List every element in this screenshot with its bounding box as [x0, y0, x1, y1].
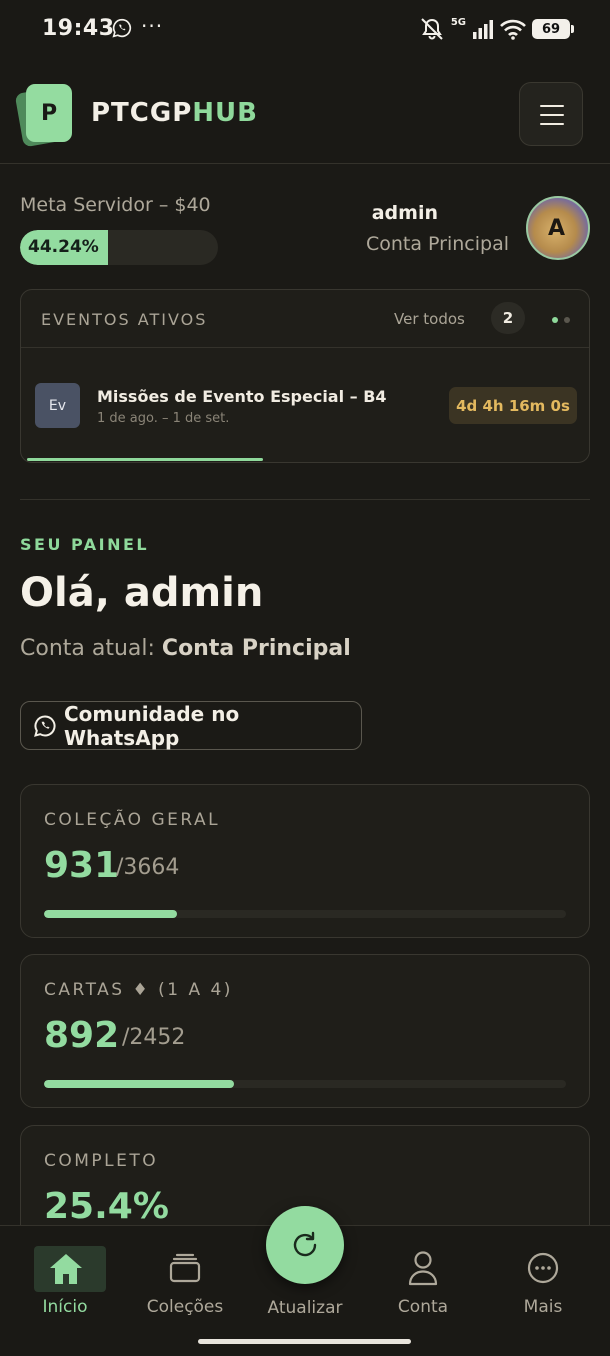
menu-icon — [540, 105, 564, 107]
carousel-dot-active[interactable] — [552, 317, 558, 323]
carousel-dot[interactable] — [564, 317, 570, 323]
current-account-name: Conta Principal — [161, 636, 351, 661]
event-countdown: 4d 4h 16m 0s — [449, 387, 577, 424]
current-account-prefix: Conta atual: — [20, 636, 155, 661]
nav-label: Conta — [397, 1297, 449, 1317]
stat-progress-fill — [44, 1080, 234, 1088]
whatsapp-community-button[interactable]: Comunidade no WhatsApp — [20, 701, 362, 750]
refresh-icon — [293, 1231, 317, 1257]
event-carousel-progress — [27, 458, 263, 461]
stat-total: /2452 — [122, 1025, 186, 1050]
stat-value: 25.4% — [44, 1186, 169, 1227]
current-account-line: Conta atual: Conta Principal — [20, 636, 351, 661]
events-count-badge: 2 — [491, 302, 525, 334]
home-icon — [50, 1254, 82, 1284]
status-more-icon: ··· — [141, 14, 164, 38]
active-events-card: EVENTOS ATIVOS Ver todos 2 Ev Missões de… — [20, 289, 590, 463]
home-indicator[interactable] — [198, 1339, 411, 1344]
server-goal-label: Meta Servidor – $40 — [20, 194, 211, 216]
stat-progress-track — [44, 1080, 566, 1088]
avatar[interactable]: A — [526, 196, 590, 260]
more-icon — [527, 1252, 559, 1284]
user-account: Conta Principal — [365, 233, 509, 255]
menu-button[interactable] — [519, 82, 583, 146]
stat-title: COLEÇÃO GERAL — [44, 810, 221, 830]
status-bar: 19:43 ··· 5G 69 — [0, 0, 610, 60]
status-icons: 5G 69 — [419, 16, 574, 42]
signal-icon — [473, 20, 493, 39]
nav-item-collections[interactable]: Coleções — [124, 1226, 246, 1326]
brand-part-1: PTCGP — [91, 98, 193, 128]
see-all-link[interactable]: Ver todos — [394, 310, 465, 328]
avatar-letter: A — [548, 216, 566, 241]
event-name[interactable]: Missões de Evento Especial – B4 — [97, 387, 387, 406]
status-time: 19:43 — [42, 16, 115, 41]
user-icon — [408, 1251, 438, 1286]
wifi-icon — [500, 19, 526, 40]
whatsapp-button-label: Comunidade no WhatsApp — [63, 701, 240, 750]
page-title: Olá, admin — [20, 570, 264, 616]
brand-part-2: HUB — [192, 98, 258, 128]
user-name: admin — [371, 202, 438, 224]
event-icon: Ev — [35, 383, 80, 428]
stat-card-cards: CARTAS ♦ (1 A 4) 892 /2452 — [20, 954, 590, 1108]
stat-card-collection: COLEÇÃO GERAL 931 /3664 — [20, 784, 590, 938]
brand-name[interactable]: PTCGPHUB — [91, 98, 258, 128]
event-dates: 1 de ago. – 1 de set. — [97, 411, 230, 426]
stat-progress-track — [44, 910, 566, 918]
menu-icon-bar — [540, 123, 564, 125]
app-logo[interactable]: P — [26, 84, 72, 142]
server-goal-percent: 44.24% — [28, 237, 99, 257]
battery-indicator: 69 — [532, 19, 574, 39]
nav-label: Mais — [523, 1297, 563, 1317]
panel-eyebrow: SEU PAINEL — [20, 535, 150, 554]
nav-item-more[interactable]: Mais — [482, 1226, 604, 1326]
stat-progress-fill — [44, 910, 177, 918]
network-type: 5G — [450, 16, 466, 28]
nav-item-account[interactable]: Conta — [362, 1226, 484, 1326]
nav-label: Início — [42, 1297, 88, 1317]
stat-value: 892 — [44, 1015, 120, 1056]
stat-title: CARTAS ♦ (1 A 4) — [44, 980, 233, 1000]
refresh-label[interactable]: Atualizar — [244, 1298, 366, 1318]
whatsapp-icon — [34, 715, 56, 737]
stat-title: COMPLETO — [44, 1151, 159, 1171]
menu-icon-bar — [540, 114, 564, 116]
section-divider — [20, 499, 590, 500]
app-header: P PTCGPHUB — [0, 60, 610, 164]
nav-label: Coleções — [146, 1297, 224, 1317]
stat-total: /3664 — [116, 855, 180, 880]
whatsapp-notification-icon — [112, 18, 132, 38]
events-title: EVENTOS ATIVOS — [41, 310, 208, 329]
server-goal-progress: 44.24% — [20, 230, 218, 265]
nav-item-home[interactable]: Início — [4, 1226, 126, 1326]
refresh-button[interactable] — [266, 1206, 344, 1284]
collections-icon — [169, 1253, 201, 1283]
events-header: EVENTOS ATIVOS Ver todos 2 — [21, 290, 589, 348]
stat-value: 931 — [44, 845, 120, 886]
mute-icon — [421, 18, 443, 40]
